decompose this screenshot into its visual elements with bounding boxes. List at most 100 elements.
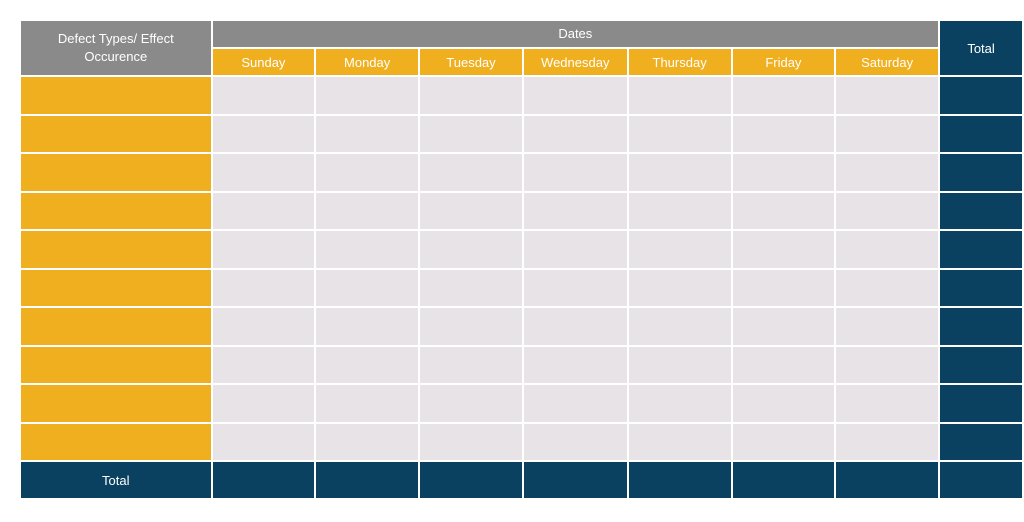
count-cell-sunday[interactable] xyxy=(212,423,315,460)
day-total-cell-wednesday[interactable] xyxy=(523,462,627,498)
count-cell-tuesday[interactable] xyxy=(420,77,522,114)
count-cell-saturday[interactable] xyxy=(836,231,939,268)
count-cell-thursday[interactable] xyxy=(628,423,731,460)
count-cell-tuesday[interactable] xyxy=(420,269,522,306)
defect-type-cell[interactable] xyxy=(21,269,211,306)
count-cell-tuesday[interactable] xyxy=(420,154,522,191)
day-total-cell-tuesday[interactable] xyxy=(420,462,522,498)
count-cell-friday[interactable] xyxy=(732,115,835,152)
count-cell-thursday[interactable] xyxy=(628,77,731,114)
defect-type-cell[interactable] xyxy=(21,308,211,345)
count-cell-friday[interactable] xyxy=(732,154,835,191)
count-cell-saturday[interactable] xyxy=(836,115,939,152)
total-column-header: Total xyxy=(940,21,1022,75)
count-cell-saturday[interactable] xyxy=(836,192,939,229)
count-cell-friday[interactable] xyxy=(732,423,835,460)
count-cell-wednesday[interactable] xyxy=(523,154,627,191)
count-cell-tuesday[interactable] xyxy=(420,192,522,229)
count-cell-wednesday[interactable] xyxy=(523,192,627,229)
count-cell-thursday[interactable] xyxy=(628,308,731,345)
count-cell-tuesday[interactable] xyxy=(420,423,522,460)
count-cell-saturday[interactable] xyxy=(836,154,939,191)
day-total-cell-friday[interactable] xyxy=(732,462,835,498)
count-cell-thursday[interactable] xyxy=(628,231,731,268)
count-cell-monday[interactable] xyxy=(316,77,419,114)
count-cell-wednesday[interactable] xyxy=(523,231,627,268)
day-total-cell-thursday[interactable] xyxy=(628,462,731,498)
count-cell-monday[interactable] xyxy=(316,385,419,422)
count-cell-friday[interactable] xyxy=(732,231,835,268)
count-cell-sunday[interactable] xyxy=(212,192,315,229)
defect-type-cell[interactable] xyxy=(21,115,211,152)
count-cell-tuesday[interactable] xyxy=(420,231,522,268)
count-cell-friday[interactable] xyxy=(732,269,835,306)
count-cell-sunday[interactable] xyxy=(212,231,315,268)
count-cell-saturday[interactable] xyxy=(836,308,939,345)
defect-type-cell[interactable] xyxy=(21,231,211,268)
count-cell-monday[interactable] xyxy=(316,346,419,383)
defect-type-cell[interactable] xyxy=(21,385,211,422)
count-cell-sunday[interactable] xyxy=(212,308,315,345)
count-cell-sunday[interactable] xyxy=(212,115,315,152)
count-cell-thursday[interactable] xyxy=(628,346,731,383)
row-total-cell[interactable] xyxy=(940,269,1022,306)
row-total-cell[interactable] xyxy=(940,231,1022,268)
count-cell-wednesday[interactable] xyxy=(523,77,627,114)
count-cell-sunday[interactable] xyxy=(212,154,315,191)
count-cell-monday[interactable] xyxy=(316,423,419,460)
count-cell-tuesday[interactable] xyxy=(420,385,522,422)
count-cell-wednesday[interactable] xyxy=(523,115,627,152)
count-cell-thursday[interactable] xyxy=(628,154,731,191)
count-cell-wednesday[interactable] xyxy=(523,423,627,460)
count-cell-saturday[interactable] xyxy=(836,385,939,422)
count-cell-wednesday[interactable] xyxy=(523,385,627,422)
count-cell-saturday[interactable] xyxy=(836,423,939,460)
count-cell-friday[interactable] xyxy=(732,192,835,229)
defect-type-cell[interactable] xyxy=(21,346,211,383)
day-total-cell-sunday[interactable] xyxy=(212,462,315,498)
count-cell-wednesday[interactable] xyxy=(523,308,627,345)
day-header-sunday: Sunday xyxy=(212,49,315,75)
defect-type-cell[interactable] xyxy=(21,192,211,229)
count-cell-saturday[interactable] xyxy=(836,346,939,383)
count-cell-friday[interactable] xyxy=(732,385,835,422)
defect-type-cell[interactable] xyxy=(21,423,211,460)
row-total-cell[interactable] xyxy=(940,308,1022,345)
count-cell-monday[interactable] xyxy=(316,154,419,191)
count-cell-saturday[interactable] xyxy=(836,77,939,114)
day-total-cell-monday[interactable] xyxy=(316,462,419,498)
day-total-cell-saturday[interactable] xyxy=(836,462,939,498)
count-cell-monday[interactable] xyxy=(316,115,419,152)
count-cell-tuesday[interactable] xyxy=(420,115,522,152)
row-total-cell[interactable] xyxy=(940,77,1022,114)
grand-total-cell[interactable] xyxy=(940,462,1022,498)
count-cell-thursday[interactable] xyxy=(628,192,731,229)
count-cell-thursday[interactable] xyxy=(628,269,731,306)
count-cell-wednesday[interactable] xyxy=(523,269,627,306)
defect-type-cell[interactable] xyxy=(21,154,211,191)
count-cell-monday[interactable] xyxy=(316,231,419,268)
count-cell-monday[interactable] xyxy=(316,308,419,345)
count-cell-friday[interactable] xyxy=(732,308,835,345)
row-total-cell[interactable] xyxy=(940,346,1022,383)
count-cell-friday[interactable] xyxy=(732,77,835,114)
row-total-cell[interactable] xyxy=(940,423,1022,460)
row-total-cell[interactable] xyxy=(940,154,1022,191)
count-cell-monday[interactable] xyxy=(316,269,419,306)
count-cell-sunday[interactable] xyxy=(212,346,315,383)
count-cell-saturday[interactable] xyxy=(836,269,939,306)
defect-type-cell[interactable] xyxy=(21,77,211,114)
row-total-cell[interactable] xyxy=(940,115,1022,152)
count-cell-thursday[interactable] xyxy=(628,115,731,152)
count-cell-tuesday[interactable] xyxy=(420,346,522,383)
count-cell-thursday[interactable] xyxy=(628,385,731,422)
count-cell-sunday[interactable] xyxy=(212,77,315,114)
count-cell-friday[interactable] xyxy=(732,346,835,383)
count-cell-wednesday[interactable] xyxy=(523,346,627,383)
count-cell-monday[interactable] xyxy=(316,192,419,229)
count-cell-tuesday[interactable] xyxy=(420,308,522,345)
row-total-cell[interactable] xyxy=(940,192,1022,229)
count-cell-sunday[interactable] xyxy=(212,269,315,306)
count-cell-sunday[interactable] xyxy=(212,385,315,422)
row-total-cell[interactable] xyxy=(940,385,1022,422)
